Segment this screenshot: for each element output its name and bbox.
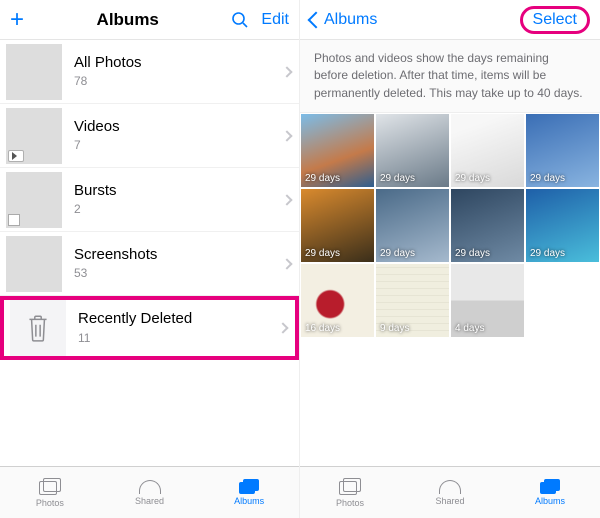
cloud-icon <box>439 480 461 494</box>
page-title: Albums <box>97 10 159 30</box>
add-album-button[interactable]: + <box>10 8 24 32</box>
deleted-photo[interactable]: 4 days <box>451 264 524 337</box>
chevron-right-icon <box>281 66 292 77</box>
days-remaining: 29 days <box>305 248 340 259</box>
album-thumbnail <box>6 172 62 228</box>
tab-albums[interactable]: Albums <box>199 467 299 518</box>
album-row-recently-deleted[interactable]: Recently Deleted 11 <box>0 296 299 360</box>
tab-shared[interactable]: Shared <box>400 467 500 518</box>
right-topbar: Albums Select <box>300 0 600 40</box>
tab-photos[interactable]: Photos <box>0 467 100 518</box>
chevron-right-icon <box>281 130 292 141</box>
album-count: 78 <box>74 74 142 89</box>
deleted-photo[interactable]: 29 days <box>526 189 599 262</box>
left-tabbar: Photos Shared Albums <box>0 466 299 518</box>
deleted-photo[interactable]: 9 days <box>376 264 449 337</box>
select-highlight: Select <box>520 6 590 34</box>
days-remaining: 29 days <box>455 248 490 259</box>
tab-label: Shared <box>435 496 464 506</box>
deleted-photo[interactable]: 29 days <box>451 189 524 262</box>
days-remaining: 29 days <box>380 248 415 259</box>
edit-button[interactable]: Edit <box>261 11 289 29</box>
deletion-info-text: Photos and videos show the days remainin… <box>300 40 600 113</box>
video-badge-icon <box>9 151 23 161</box>
back-button[interactable]: Albums <box>310 11 377 29</box>
select-button[interactable]: Select <box>533 11 577 28</box>
deleted-photo[interactable]: 29 days <box>301 189 374 262</box>
deleted-photo[interactable]: 29 days <box>376 114 449 187</box>
deleted-photo[interactable]: 29 days <box>526 114 599 187</box>
burst-badge-icon <box>8 214 20 226</box>
tab-albums[interactable]: Albums <box>500 467 600 518</box>
deleted-photo[interactable]: 29 days <box>301 114 374 187</box>
album-row-bursts[interactable]: Bursts 2 <box>0 168 299 232</box>
album-row-all-photos[interactable]: All Photos 78 <box>0 40 299 104</box>
tab-label: Photos <box>36 498 64 508</box>
recently-deleted-pane: Albums Select Photos and videos show the… <box>300 0 600 518</box>
tab-photos[interactable]: Photos <box>300 467 400 518</box>
left-topbar: + Albums Edit <box>0 0 299 40</box>
album-count: 2 <box>74 202 117 217</box>
days-remaining: 29 days <box>530 248 565 259</box>
tab-label: Albums <box>234 496 264 506</box>
search-icon[interactable] <box>231 11 249 29</box>
chevron-right-icon <box>281 194 292 205</box>
photos-icon <box>339 478 361 496</box>
days-remaining: 4 days <box>455 323 484 334</box>
albums-icon <box>243 479 259 491</box>
deleted-photo[interactable]: 29 days <box>451 114 524 187</box>
album-title: Bursts <box>74 182 117 201</box>
right-tabbar: Photos Shared Albums <box>300 466 600 518</box>
album-title: Recently Deleted <box>78 310 192 329</box>
album-title: Videos <box>74 118 120 137</box>
album-count: 7 <box>74 138 120 153</box>
album-count: 53 <box>74 266 157 281</box>
chevron-right-icon <box>277 322 288 333</box>
tab-label: Photos <box>336 498 364 508</box>
photo-grid: 29 days 29 days 29 days 29 days 29 days … <box>300 113 600 466</box>
album-title: All Photos <box>74 54 142 73</box>
cloud-icon <box>139 480 161 494</box>
tab-label: Shared <box>135 496 164 506</box>
album-thumbnail <box>6 44 62 100</box>
albums-icon <box>544 479 560 491</box>
album-title: Screenshots <box>74 246 157 265</box>
chevron-right-icon <box>281 258 292 269</box>
days-remaining: 9 days <box>380 323 409 334</box>
album-thumbnail <box>6 108 62 164</box>
photos-icon <box>39 478 61 496</box>
days-remaining: 29 days <box>380 173 415 184</box>
chevron-left-icon <box>308 11 325 28</box>
deleted-photo[interactable]: 29 days <box>376 189 449 262</box>
tab-label: Albums <box>535 496 565 506</box>
albums-pane: + Albums Edit All Photos 78 <box>0 0 300 518</box>
tab-shared[interactable]: Shared <box>100 467 200 518</box>
days-remaining: 29 days <box>305 173 340 184</box>
days-remaining: 16 days <box>305 323 340 334</box>
albums-list: All Photos 78 Videos 7 <box>0 40 299 466</box>
album-row-screenshots[interactable]: Screenshots 53 <box>0 232 299 296</box>
trash-icon <box>10 300 66 356</box>
days-remaining: 29 days <box>455 173 490 184</box>
deleted-photo[interactable]: 16 days <box>301 264 374 337</box>
album-count: 11 <box>78 331 192 346</box>
back-label: Albums <box>324 11 377 29</box>
album-thumbnail <box>6 236 62 292</box>
days-remaining: 29 days <box>530 173 565 184</box>
album-row-videos[interactable]: Videos 7 <box>0 104 299 168</box>
